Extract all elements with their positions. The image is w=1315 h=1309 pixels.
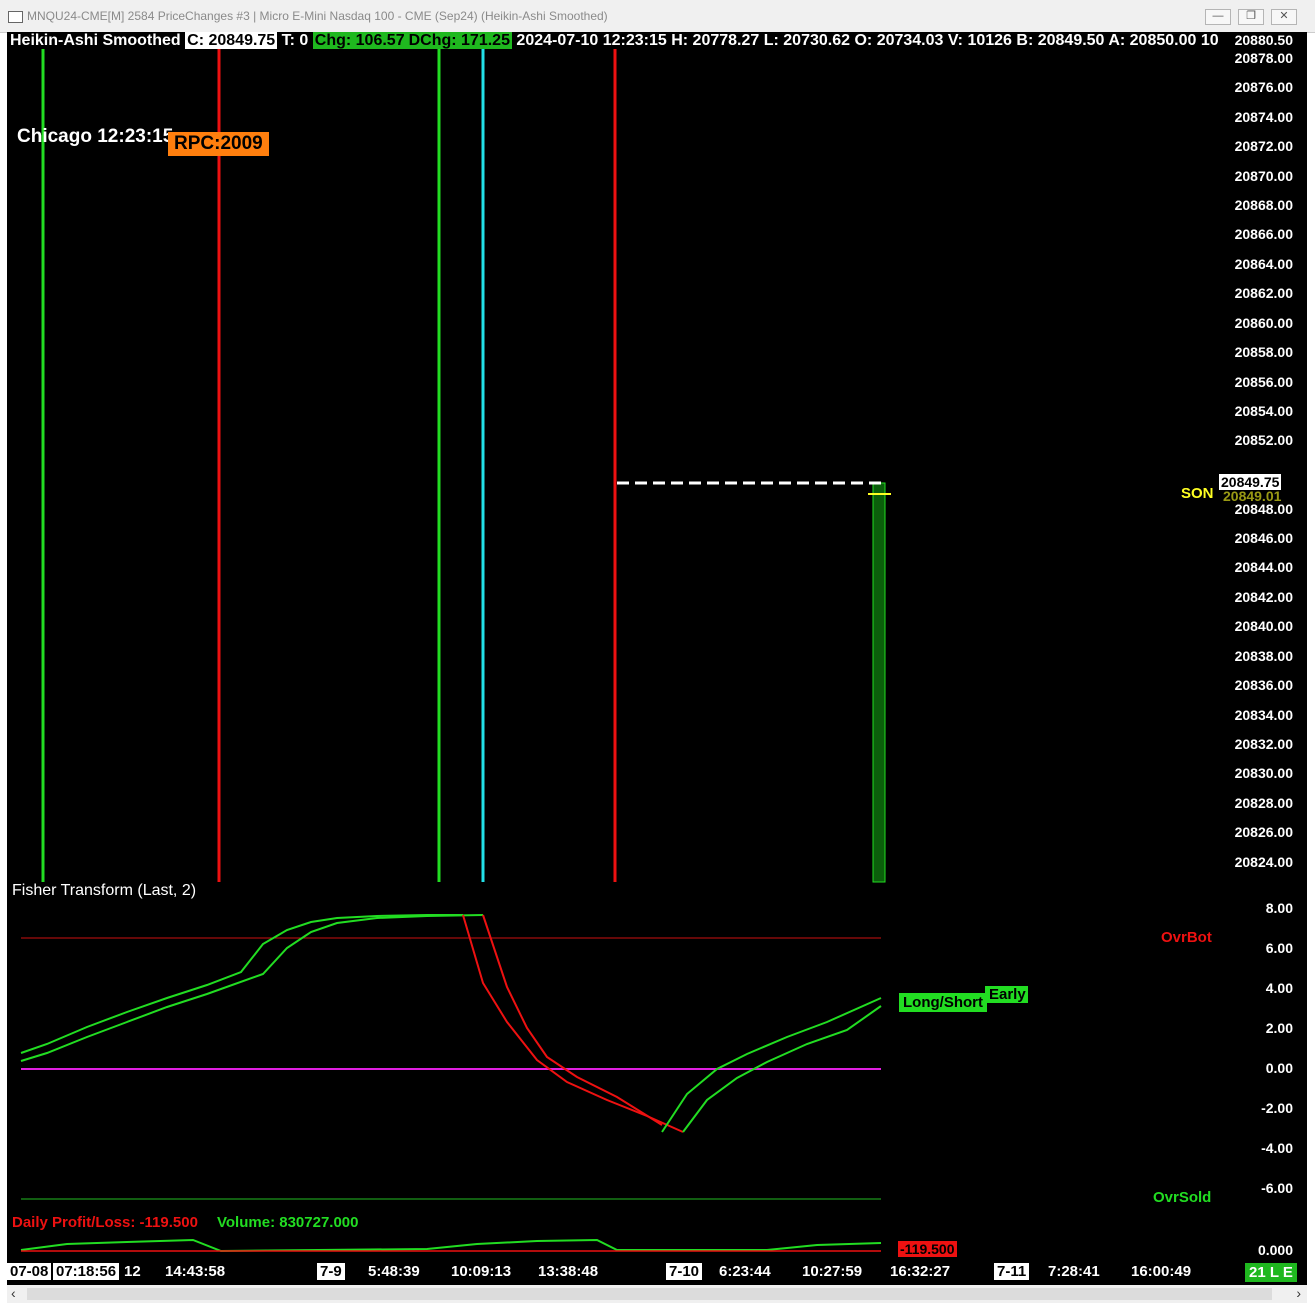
time-axis-label: 7-11 (994, 1263, 1030, 1280)
horizontal-scrollbar[interactable]: ‹ › (7, 1285, 1307, 1303)
chart-canvas (20, 49, 891, 1253)
price-axis-label: 20874.00 (1234, 109, 1293, 125)
close-button[interactable]: ✕ (1271, 9, 1297, 25)
chart-header: Heikin-Ashi Smoothed C: 20849.75 T: 0 Ch… (10, 32, 1219, 50)
scroll-left-icon[interactable]: ‹ (11, 1285, 16, 1301)
price-axis-label: 20854.00 (1234, 403, 1293, 419)
fisher-axis-label: 4.00 (1265, 980, 1293, 996)
fisher-axis-label: 6.00 (1265, 940, 1293, 956)
study-name: Heikin-Ashi Smoothed (10, 32, 181, 49)
price-axis-label: 20844.00 (1234, 559, 1293, 575)
price-axis-label: 20830.00 (1234, 765, 1293, 781)
ask-value: A: 20850.00 (1108, 32, 1197, 49)
time-axis-label: 07-08 (7, 1263, 52, 1280)
fisher-title: Fisher Transform (Last, 2) (12, 882, 197, 899)
price-axis-label: 20856.00 (1234, 374, 1293, 390)
price-axis-label: 20840.00 (1234, 618, 1293, 634)
time-axis-label: 14:43:58 (165, 1263, 226, 1280)
scroll-thumb[interactable] (27, 1288, 1272, 1300)
current-candle (872, 482, 886, 883)
price-axis-label: 20832.00 (1234, 736, 1293, 752)
fisher-axis-label: -2.00 (1261, 1100, 1293, 1116)
price-axis-label: 20864.00 (1234, 256, 1293, 272)
price-axis-label: 20852.00 (1234, 432, 1293, 448)
son-label: SON (1181, 485, 1214, 502)
price-axis-label: 20826.00 (1234, 824, 1293, 840)
ovrbot-label: OvrBot (1161, 929, 1212, 946)
time-axis-label: 7:28:41 (1048, 1263, 1100, 1280)
fisher-line-green-c (661, 997, 882, 1133)
scroll-right-icon[interactable]: › (1296, 1285, 1301, 1301)
restore-button[interactable]: ❐ (1238, 9, 1264, 25)
time-axis-label: 10:09:13 (451, 1263, 512, 1280)
price-axis-label: 20862.00 (1234, 285, 1293, 301)
window-title: MNQU24-CME[M] 2584 PriceChanges #3 | Mic… (27, 9, 608, 23)
price-axis-label: 20836.00 (1234, 677, 1293, 693)
time-axis-label: 13:38:48 (538, 1263, 599, 1280)
window-icon (8, 11, 23, 23)
price-axis-label: 20880.50 (1234, 32, 1293, 48)
price-axis-label: 20876.00 (1234, 79, 1293, 95)
time-axis-label: 12 (124, 1263, 141, 1280)
time-axis-label: 16:32:27 (890, 1263, 951, 1280)
price-axis-label: 20828.00 (1234, 795, 1293, 811)
window-titlebar: MNQU24-CME[M] 2584 PriceChanges #3 | Mic… (0, 0, 1315, 33)
fisher-axis-label: 0.00 (1265, 1060, 1293, 1076)
trailing-value: 10 (1200, 32, 1219, 49)
price-axis-label: 20858.00 (1234, 344, 1293, 360)
trades-value: T: 0 (281, 32, 309, 49)
time-axis-label: 7-9 (317, 1263, 345, 1280)
bid-value: B: 20849.50 (1016, 32, 1105, 49)
son-price-marker: 20849.01 (1223, 488, 1282, 504)
time-axis-label: 07:18:56 (53, 1263, 120, 1280)
chart-area[interactable]: Heikin-Ashi Smoothed C: 20849.75 T: 0 Ch… (7, 32, 1307, 1285)
time-axis-label: 16:00:49 (1131, 1263, 1192, 1280)
early-badge: Early (985, 986, 1028, 1003)
price-axis-label: 20868.00 (1234, 197, 1293, 213)
pnl-volume-line (20, 1238, 882, 1253)
price-axis-label: 20824.00 (1234, 854, 1293, 870)
price-axis-label: 20838.00 (1234, 648, 1293, 664)
time-axis-label: 6:23:44 (719, 1263, 771, 1280)
price-axis-label: 20872.00 (1234, 138, 1293, 154)
time-axis-label: 10:27:59 (802, 1263, 863, 1280)
price-axis-label: 20860.00 (1234, 315, 1293, 331)
price-axis-label: 20870.00 (1234, 168, 1293, 184)
pnl-axis-label: 0.000 (1257, 1242, 1293, 1258)
ovrsold-label: OvrSold (1153, 1189, 1212, 1206)
time-axis-label: 5:48:39 (368, 1263, 420, 1280)
fisher-axis-label: -4.00 (1261, 1140, 1293, 1156)
fisher-line-green-a (20, 914, 463, 1054)
price-axis-label: 20878.00 (1234, 50, 1293, 66)
open-value: O: 20734.03 (854, 32, 944, 49)
fisher-axis-label: 8.00 (1265, 900, 1293, 916)
price-axis-label: 20866.00 (1234, 226, 1293, 242)
pnl-value-marker: -119.500 (898, 1241, 957, 1257)
fisher-line-red-a (462, 914, 684, 1133)
price-axis-label: 20846.00 (1234, 530, 1293, 546)
dchg-value: DChg: 171.25 (406, 32, 512, 49)
datetime-value: 2024-07-10 12:23:15 (516, 32, 667, 49)
chg-value: Chg: 106.57 (312, 32, 407, 49)
price-axis-label: 20842.00 (1234, 589, 1293, 605)
fisher-axis-label: -6.00 (1261, 1180, 1293, 1196)
minimize-button[interactable]: — (1205, 9, 1231, 25)
time-axis-label: 7-10 (666, 1263, 703, 1280)
close-value: C: 20849.75 (185, 32, 278, 49)
chicago-clock: Chicago 12:23:15 (17, 126, 174, 147)
low-value: L: 20730.62 (763, 32, 851, 49)
fisher-line-green-b (20, 914, 484, 1062)
high-value: H: 20778.27 (671, 32, 760, 49)
daily-pnl-label: Daily Profit/Loss: -119.500 (12, 1214, 198, 1231)
price-axis-label: 20834.00 (1234, 707, 1293, 723)
long-short-badge: Long/Short (899, 993, 987, 1012)
fisher-axis-label: 2.00 (1265, 1020, 1293, 1036)
rpc-badge: RPC:2009 (168, 132, 269, 156)
volume-label: Volume: 830727.000 (217, 1214, 359, 1231)
fisher-line-red-b (482, 914, 663, 1126)
trade-badge: 21 L E (1245, 1263, 1297, 1282)
volume-value: V: 10126 (947, 32, 1012, 49)
